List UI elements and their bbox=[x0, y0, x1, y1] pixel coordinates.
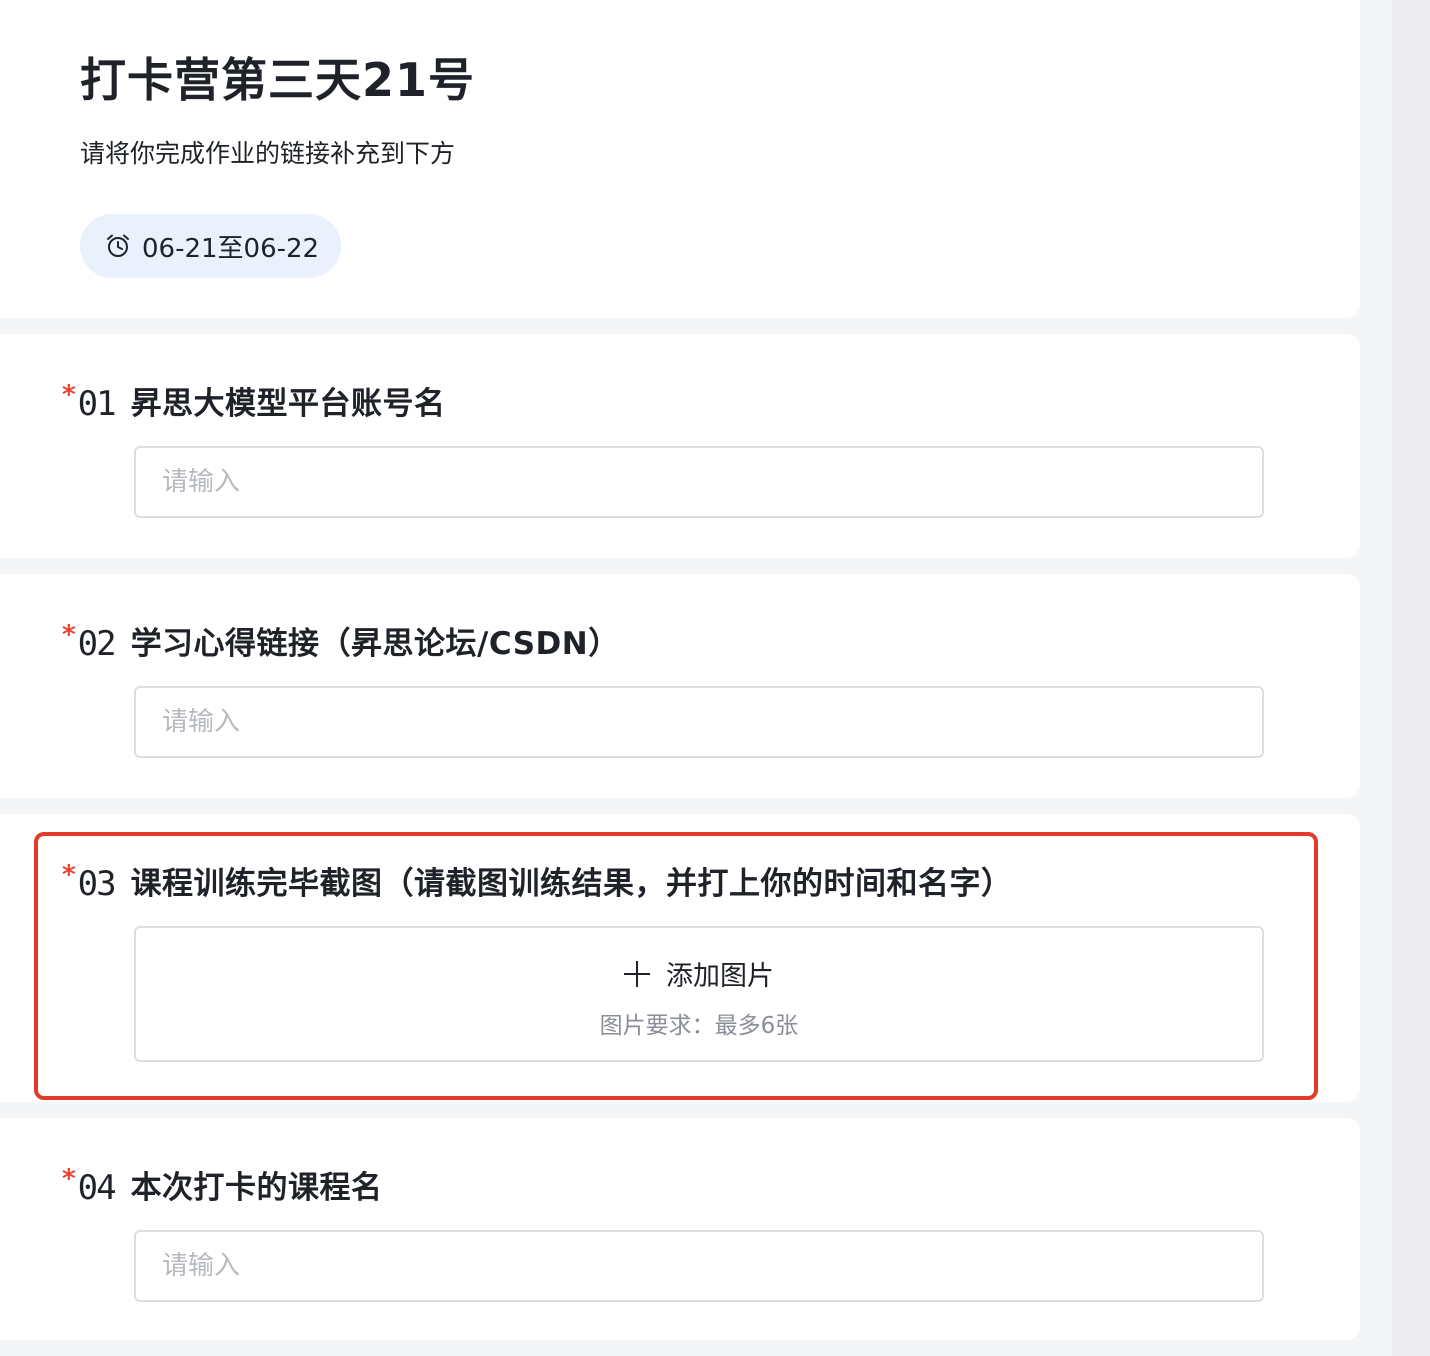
question-title: * 01 昇思大模型平台账号名 bbox=[62, 382, 446, 426]
question-number: 03 bbox=[77, 864, 117, 904]
question-label: 课程训练完毕截图（请截图训练结果，并打上你的时间和名字） bbox=[130, 866, 1013, 902]
plus-icon bbox=[624, 960, 650, 987]
required-marker: * bbox=[62, 860, 76, 890]
page-subtitle: 请将你完成作业的链接补充到下方 bbox=[80, 139, 456, 168]
question-number: 04 bbox=[77, 1168, 117, 1208]
question-title: * 02 学习心得链接（昇思论坛/CSDN） bbox=[62, 622, 620, 666]
question-label: 本次打卡的课程名 bbox=[130, 1170, 383, 1206]
upload-label: 添加图片 bbox=[666, 961, 774, 992]
question-title: * 04 本次打卡的课程名 bbox=[62, 1166, 383, 1210]
form-page: 打卡营第三天21号 请将你完成作业的链接补充到下方 06-21至06-22 * … bbox=[0, 0, 1360, 1356]
question-card-01: * 01 昇思大模型平台账号名 bbox=[0, 334, 1360, 558]
question-number: 01 bbox=[77, 384, 117, 424]
question-title: * 03 课程训练完毕截图（请截图训练结果，并打上你的时间和名字） bbox=[62, 862, 1013, 906]
date-range-badge: 06-21至06-22 bbox=[80, 214, 342, 278]
date-range-text: 06-21至06-22 bbox=[142, 233, 320, 264]
upload-main-row: 添加图片 bbox=[136, 954, 1262, 993]
course-name-input[interactable] bbox=[134, 1230, 1264, 1302]
required-marker: * bbox=[62, 620, 76, 650]
question-number: 02 bbox=[77, 624, 117, 664]
account-name-input[interactable] bbox=[134, 446, 1264, 518]
required-marker: * bbox=[62, 1164, 76, 1194]
page-title: 打卡营第三天21号 bbox=[80, 53, 476, 107]
scrollbar-track[interactable] bbox=[1392, 0, 1430, 1356]
question-label: 昇思大模型平台账号名 bbox=[130, 386, 446, 422]
required-marker: * bbox=[62, 380, 76, 410]
study-notes-link-input[interactable] bbox=[134, 686, 1264, 758]
question-card-02: * 02 学习心得链接（昇思论坛/CSDN） bbox=[0, 574, 1360, 798]
alarm-clock-icon bbox=[104, 232, 132, 260]
question-card-03: * 03 课程训练完毕截图（请截图训练结果，并打上你的时间和名字） 添加图片 图… bbox=[0, 814, 1360, 1102]
add-image-upload-button[interactable]: 添加图片 图片要求：最多6张 bbox=[134, 926, 1264, 1062]
upload-hint: 图片要求：最多6张 bbox=[599, 1013, 799, 1039]
question-label: 学习心得链接（昇思论坛/CSDN） bbox=[130, 626, 620, 662]
question-card-04: * 04 本次打卡的课程名 bbox=[0, 1118, 1360, 1340]
form-header-card: 打卡营第三天21号 请将你完成作业的链接补充到下方 06-21至06-22 bbox=[0, 0, 1360, 318]
